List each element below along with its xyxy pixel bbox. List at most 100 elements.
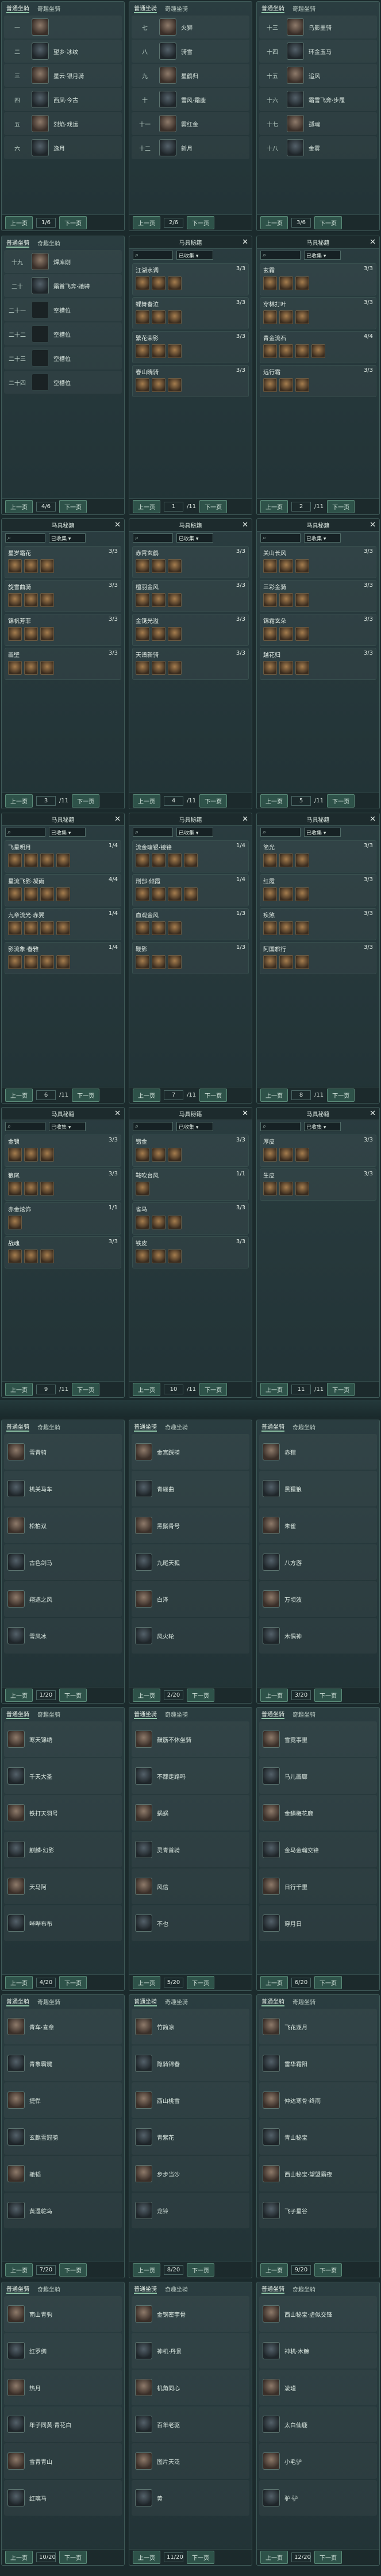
- equipment-set-card[interactable]: 星岁霜花 3/3: [5, 546, 121, 578]
- rare-mount-row[interactable]: 飞花逐月: [259, 2009, 377, 2044]
- set-piece-icon[interactable]: [168, 1249, 182, 1263]
- prev-page-button[interactable]: 上一页: [260, 1089, 288, 1102]
- next-page-button[interactable]: 下一页: [72, 1089, 100, 1102]
- set-piece-icon[interactable]: [152, 661, 166, 675]
- set-piece-icon[interactable]: [40, 853, 54, 867]
- rare-mount-row[interactable]: 万顷波: [259, 1581, 377, 1617]
- set-piece-icon[interactable]: [263, 627, 277, 641]
- prev-page-button[interactable]: 上一页: [260, 500, 288, 513]
- set-piece-icon[interactable]: [136, 378, 149, 392]
- equipment-set-card[interactable]: 天谱新骑 3/3: [132, 648, 249, 680]
- set-piece-icon[interactable]: [24, 559, 38, 573]
- search-input[interactable]: ⌕: [260, 1122, 301, 1131]
- set-piece-icon[interactable]: [56, 921, 70, 935]
- tab-rare-mounts[interactable]: 奇趣坐骑: [293, 4, 315, 13]
- prev-page-button[interactable]: 上一页: [5, 1689, 33, 1702]
- mount-slot-row[interactable]: 十二 新月: [132, 136, 249, 159]
- tab-common-mounts[interactable]: 普通坐骑: [261, 1709, 284, 1719]
- set-piece-icon[interactable]: [136, 853, 149, 867]
- tab-rare-mounts[interactable]: 奇趣坐骑: [293, 1422, 315, 1431]
- set-piece-icon[interactable]: [152, 559, 166, 573]
- close-icon[interactable]: ✕: [242, 815, 248, 824]
- set-piece-icon[interactable]: [8, 661, 22, 675]
- tab-rare-mounts[interactable]: 奇趣坐骑: [165, 2285, 188, 2293]
- equipment-set-card[interactable]: 繁花荣影 3/3: [132, 331, 249, 363]
- rare-mount-row[interactable]: 朱雀: [259, 1508, 377, 1543]
- set-piece-icon[interactable]: [8, 559, 22, 573]
- set-piece-icon[interactable]: [24, 627, 38, 641]
- set-piece-icon[interactable]: [168, 887, 182, 901]
- rare-mount-row[interactable]: 小毛驴: [259, 2443, 377, 2479]
- rare-mount-row[interactable]: 南山青驹: [4, 2296, 122, 2332]
- set-piece-icon[interactable]: [56, 887, 70, 901]
- rare-mount-row[interactable]: 竹简凉: [132, 2009, 249, 2044]
- close-icon[interactable]: ✕: [370, 238, 376, 247]
- equipment-set-card[interactable]: 红霞 3/3: [260, 874, 376, 906]
- rare-mount-row[interactable]: 赤狸: [259, 1434, 377, 1470]
- rare-mount-row[interactable]: 黑猩狼: [259, 1471, 377, 1506]
- set-piece-icon[interactable]: [279, 887, 293, 901]
- rare-mount-row[interactable]: 穿月日: [259, 1905, 377, 1941]
- next-page-button[interactable]: 下一页: [314, 1976, 342, 1989]
- equipment-set-card[interactable]: 穿林打叶 3/3: [260, 297, 376, 329]
- set-piece-icon[interactable]: [263, 276, 277, 290]
- equipment-set-card[interactable]: 简光 3/3: [260, 840, 376, 872]
- set-piece-icon[interactable]: [279, 955, 293, 969]
- tab-common-mounts[interactable]: 普通坐骑: [134, 1709, 157, 1719]
- equipment-set-card[interactable]: 雀马 3/3: [132, 1202, 249, 1235]
- tab-common-mounts[interactable]: 普通坐骑: [261, 1997, 284, 2006]
- prev-page-button[interactable]: 上一页: [260, 1383, 288, 1396]
- mount-slot-row[interactable]: 二十一 空槽位: [4, 298, 122, 321]
- set-piece-icon[interactable]: [168, 310, 182, 324]
- rare-mount-row[interactable]: 天马阿: [4, 1868, 122, 1904]
- set-piece-icon[interactable]: [24, 887, 38, 901]
- set-piece-icon[interactable]: [168, 378, 182, 392]
- next-page-button[interactable]: 下一页: [327, 500, 355, 513]
- set-piece-icon[interactable]: [279, 1148, 293, 1162]
- tab-rare-mounts[interactable]: 奇趣坐骑: [293, 2285, 315, 2293]
- collected-filter-select[interactable]: 已收集 ▾: [176, 1122, 213, 1131]
- set-piece-icon[interactable]: [136, 1148, 149, 1162]
- set-piece-icon[interactable]: [24, 921, 38, 935]
- equipment-set-card[interactable]: 赤金炫饰 1/1: [5, 1202, 121, 1235]
- tab-common-mounts[interactable]: 普通坐骑: [6, 3, 29, 13]
- rare-mount-row[interactable]: 不也: [132, 1905, 249, 1941]
- equipment-set-card[interactable]: 关山长风 3/3: [260, 546, 376, 578]
- next-page-button[interactable]: 下一页: [187, 1689, 214, 1702]
- close-icon[interactable]: ✕: [370, 1109, 376, 1118]
- tab-rare-mounts[interactable]: 奇趣坐骑: [37, 1422, 60, 1431]
- equipment-set-card[interactable]: 生皮 3/3: [260, 1168, 376, 1201]
- equipment-set-card[interactable]: 锦帆芳菲 3/3: [5, 614, 121, 646]
- page-number-input[interactable]: 7: [164, 1090, 183, 1100]
- rare-mount-row[interactable]: 西山秘宝·虚似交锋: [259, 2296, 377, 2332]
- search-input[interactable]: ⌕: [133, 828, 173, 837]
- page-number-input[interactable]: 6: [36, 1090, 56, 1100]
- collected-filter-select[interactable]: 已收集 ▾: [176, 828, 213, 837]
- equipment-set-card[interactable]: 刑部·倾霞 1/4: [132, 874, 249, 906]
- set-piece-icon[interactable]: [136, 661, 149, 675]
- set-piece-icon[interactable]: [263, 378, 277, 392]
- search-input[interactable]: ⌕: [260, 251, 301, 260]
- set-piece-icon[interactable]: [263, 310, 277, 324]
- equipment-set-card[interactable]: 错金 3/3: [132, 1135, 249, 1167]
- close-icon[interactable]: ✕: [114, 1109, 121, 1118]
- set-piece-icon[interactable]: [295, 955, 309, 969]
- set-piece-icon[interactable]: [295, 627, 309, 641]
- next-page-button[interactable]: 下一页: [314, 1689, 342, 1702]
- equipment-set-card[interactable]: 檀羽金风 3/3: [132, 580, 249, 612]
- mount-slot-row[interactable]: 二 望乡·冰纹: [4, 40, 122, 63]
- next-page-button[interactable]: 下一页: [59, 2551, 87, 2564]
- mount-slot-row[interactable]: 一: [4, 16, 122, 39]
- set-piece-icon[interactable]: [152, 593, 166, 607]
- collected-filter-select[interactable]: 已收集 ▾: [49, 533, 86, 543]
- equipment-set-card[interactable]: 九章流光·赤翼 1/4: [5, 908, 121, 940]
- set-piece-icon[interactable]: [40, 559, 54, 573]
- tab-rare-mounts[interactable]: 奇趣坐骑: [165, 4, 188, 13]
- next-page-button[interactable]: 下一页: [327, 1383, 355, 1396]
- close-icon[interactable]: ✕: [114, 521, 121, 529]
- prev-page-button[interactable]: 上一页: [133, 1089, 160, 1102]
- rare-mount-row[interactable]: 金鳞梅花鹿: [259, 1795, 377, 1831]
- rare-mount-row[interactable]: 玄麒雪冠骑: [4, 2119, 122, 2155]
- rare-mount-row[interactable]: 风火轮: [132, 1618, 249, 1654]
- set-piece-icon[interactable]: [295, 921, 309, 935]
